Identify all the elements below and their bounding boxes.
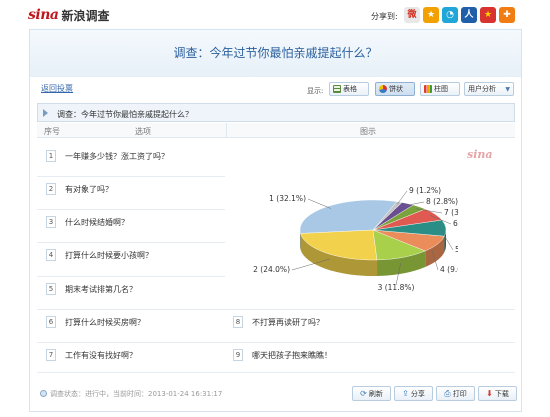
leader-line-9 (397, 190, 408, 205)
display-label: 显示: (307, 87, 324, 95)
refresh-button[interactable]: ⟳ 刷新 (352, 386, 391, 401)
option-text: 期末考试排第几名？ (65, 285, 137, 294)
option-number: 9 (233, 349, 243, 361)
row-divider (37, 276, 225, 277)
expand-arrow-icon[interactable] (43, 109, 48, 117)
view-bar-button[interactable]: 柱图 (420, 82, 460, 96)
plus-icon[interactable]: ✚ (499, 7, 515, 23)
star-icon[interactable]: ★ (423, 7, 439, 23)
pie-label-8: 8 (2.8%) (426, 197, 458, 206)
col-header-chart: 图示 (360, 127, 376, 136)
view-table-button[interactable]: 表格 (329, 82, 369, 96)
back-to-vote-link[interactable]: 返回投票 (41, 83, 73, 94)
option-text: 一年赚多少钱？涨工资了吗？ (65, 152, 169, 161)
top-bar: sina 新浪调查 分享到: 微 ★ ◔ 人 ★ ✚ (0, 0, 550, 28)
pie-label-1: 1 (32.1%) (269, 194, 306, 203)
option-text: 哪天把孩子抱来瞧瞧！ (252, 351, 332, 360)
kaixin-icon[interactable]: ★ (480, 7, 496, 23)
weibo-icon[interactable]: 微 (404, 7, 420, 23)
print-icon: ⎙ (444, 388, 451, 398)
sina-logo[interactable]: sina 新浪调查 (28, 6, 109, 24)
row-divider (37, 209, 225, 210)
col-separator (226, 123, 227, 138)
page-title: 调查：今年过节你最怕亲戚提起什么？ (173, 46, 378, 60)
status-icon (40, 390, 47, 397)
bar-icon (424, 85, 432, 93)
pie-label-5: 5 (8.7%) (455, 245, 458, 254)
site-name: 新浪调查 (61, 8, 110, 23)
option-number: 1 (46, 150, 56, 162)
renren-icon[interactable]: 人 (461, 7, 477, 23)
pie-chart: 1 (32.1%) 2 (24.0%) 3 (11.8%) 4 (9.0%) 5 (8.… (253, 186, 458, 292)
chevron-down-icon: ▼ (505, 85, 510, 93)
status-text: 调查状态：进行中，当前时间：2013-01-24 16:31:17 (50, 390, 223, 398)
share-label: 分享到: (371, 12, 398, 21)
option-number: 8 (233, 316, 243, 328)
row-divider (37, 372, 515, 373)
sina-watermark: sina (467, 148, 493, 161)
view-pie-button[interactable]: 饼状 (375, 82, 415, 96)
question-text: 调查：今年过节你最怕亲戚提起什么？ (57, 110, 193, 119)
pie-label-9: 9 (1.2%) (409, 186, 441, 195)
option-text: 工作有没有找好啊？ (65, 351, 137, 360)
sina-logo-text: sina (28, 7, 59, 23)
question-bar[interactable]: 调查：今年过节你最怕亲戚提起什么？ (37, 103, 515, 122)
col-header-option: 选项 (135, 127, 151, 136)
download-icon: ⬇ (486, 389, 493, 398)
table-icon (333, 85, 341, 93)
option-number: 6 (46, 316, 56, 328)
pie-icon (379, 85, 387, 93)
option-text: 什么时候结婚啊？ (65, 218, 129, 227)
option-text: 打算什么时候买房啊？ (65, 318, 145, 327)
option-number: 4 (46, 249, 56, 261)
leader-line-1 (307, 198, 331, 209)
row-divider (37, 176, 225, 177)
tencent-icon[interactable]: ◔ (442, 7, 458, 23)
pie-label-2: 2 (24.0%) (253, 265, 290, 274)
refresh-icon: ⟳ (360, 389, 367, 398)
footer-bar: 调查状态：进行中，当前时间：2013-01-24 16:31:17 ⟳ 刷新 ⇪ 分… (29, 381, 522, 405)
pie-label-6: 6 (6.9%) (453, 219, 458, 228)
option-number: 2 (46, 183, 56, 195)
option-number: 7 (46, 349, 56, 361)
row-divider (37, 342, 515, 343)
share-icon: ⇪ (402, 389, 409, 398)
panel-header: 调查：今年过节你最怕亲戚提起什么？ (30, 30, 521, 77)
row-divider (37, 242, 225, 243)
option-number: 3 (46, 216, 56, 228)
user-analysis-dropdown[interactable]: 用户分析 ▼ (464, 82, 514, 96)
pie-label-4: 4 (9.0%) (440, 265, 458, 274)
pie-label-3: 3 (11.8%) (378, 283, 415, 292)
survey-status: 调查状态：进行中，当前时间：2013-01-24 16:31:17 (40, 389, 222, 399)
download-button[interactable]: ⬇ 下载 (478, 386, 517, 401)
share-icons: 微 ★ ◔ 人 ★ ✚ (404, 7, 515, 23)
share-button[interactable]: ⇪ 分享 (394, 386, 433, 401)
table-header: 序号 选项 图示 (37, 123, 515, 138)
option-text: 打算什么时候要小孩啊？ (65, 251, 153, 260)
option-text: 有对象了吗？ (65, 185, 113, 194)
col-header-num: 序号 (44, 127, 60, 136)
option-number: 5 (46, 283, 56, 295)
pie-label-7: 7 (3.4%) (444, 208, 458, 217)
print-button[interactable]: ⎙ 打印 (436, 386, 475, 401)
row-divider (37, 309, 515, 310)
option-text: 不打算再读研了吗？ (252, 318, 324, 327)
pie-slices (299, 199, 447, 261)
